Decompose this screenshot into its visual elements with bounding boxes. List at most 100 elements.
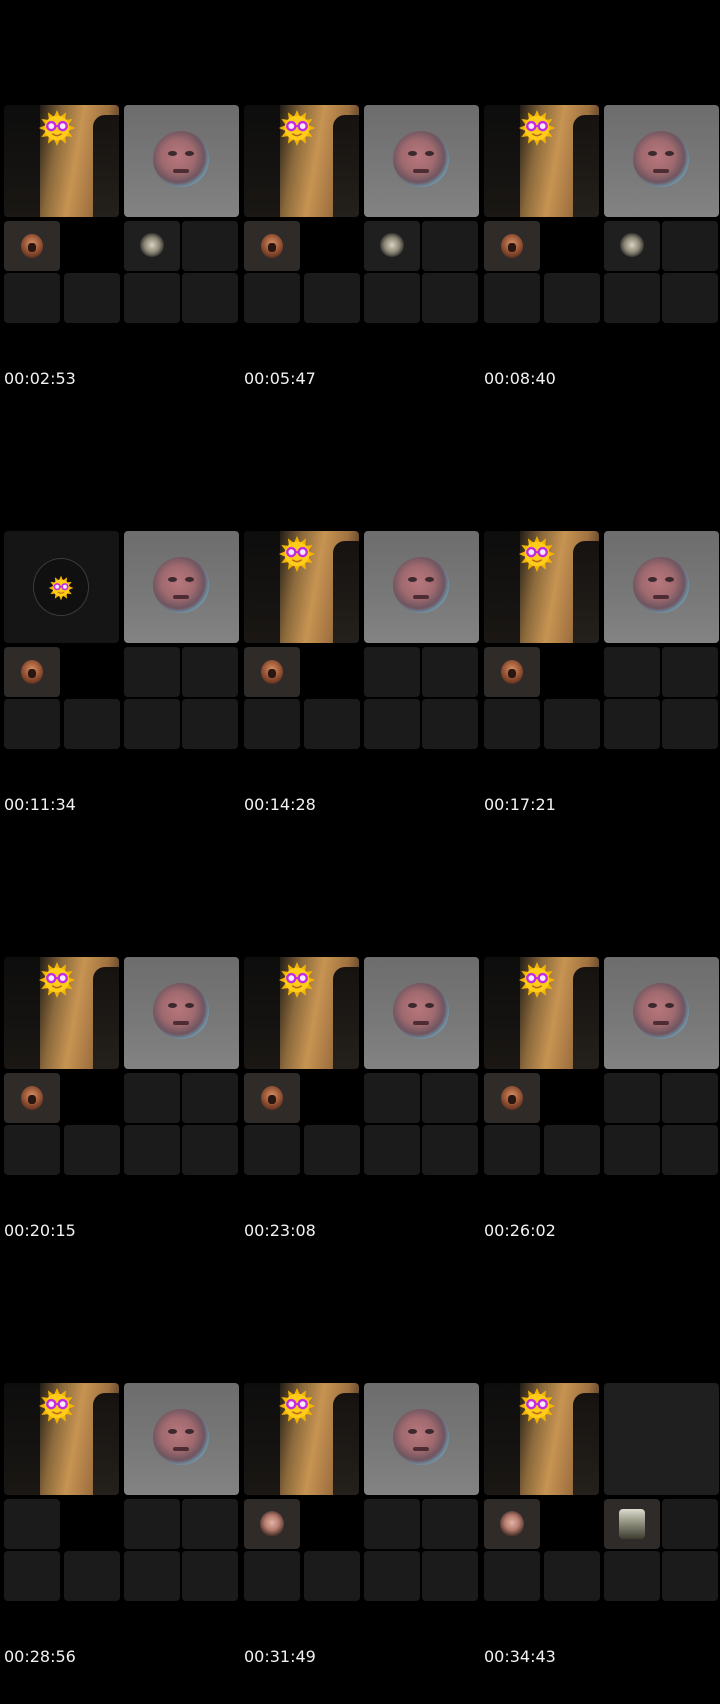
participant-tile[interactable] [604,1125,660,1175]
participant-tile[interactable] [422,1551,478,1601]
participant-tile[interactable] [484,1073,540,1123]
participant-tile[interactable] [124,1073,180,1123]
participant-tile[interactable] [544,1551,600,1601]
participant-tile[interactable] [364,1551,420,1601]
participant-tile[interactable] [364,1125,420,1175]
thumbnail[interactable]: 00:23:08 [240,953,479,1240]
participant-tile[interactable] [364,699,420,749]
thumbnail[interactable]: 00:28:56 [0,1379,239,1666]
thumbnail[interactable]: 00:05:47 [240,101,479,388]
participant-tile[interactable] [604,699,660,749]
participant-tile[interactable] [182,1073,238,1123]
participant-tile[interactable] [484,699,540,749]
participant-tile[interactable] [484,647,540,697]
participant-tile[interactable] [604,221,660,271]
secondary-video-tile[interactable] [604,1383,719,1495]
participant-tile[interactable] [364,1073,420,1123]
participant-tile[interactable] [422,221,478,271]
participant-tile[interactable] [64,273,120,323]
participant-tile[interactable] [484,273,540,323]
secondary-video-tile[interactable] [364,531,479,643]
participant-tile[interactable] [124,1499,180,1549]
thumbnail[interactable]: 00:26:02 [480,953,719,1240]
secondary-video-tile[interactable] [364,105,479,217]
participant-tile[interactable] [244,699,300,749]
participant-tile[interactable] [64,1551,120,1601]
participant-tile[interactable] [604,1073,660,1123]
secondary-video-tile[interactable] [604,957,719,1069]
participant-tile[interactable] [662,273,718,323]
secondary-video-tile[interactable] [124,105,239,217]
participant-tile[interactable] [4,1551,60,1601]
secondary-video-tile[interactable] [124,531,239,643]
participant-tile[interactable] [544,1125,600,1175]
participant-tile[interactable] [182,221,238,271]
participant-tile[interactable] [124,221,180,271]
participant-tile[interactable] [4,699,60,749]
participant-tile[interactable] [182,699,238,749]
thumbnail[interactable]: 00:11:34 [0,527,239,814]
participant-tile[interactable] [422,699,478,749]
secondary-video-tile[interactable] [124,957,239,1069]
participant-tile[interactable] [422,1499,478,1549]
main-video-tile[interactable] [484,957,599,1069]
participant-tile[interactable] [662,1551,718,1601]
participant-tile[interactable] [422,1073,478,1123]
participant-tile[interactable] [244,273,300,323]
thumbnail[interactable]: 00:31:49 [240,1379,479,1666]
participant-tile[interactable] [124,699,180,749]
participant-tile[interactable] [304,273,360,323]
main-video-tile[interactable] [484,1383,599,1495]
participant-tile[interactable] [422,273,478,323]
thumbnail[interactable]: 00:02:53 [0,101,239,388]
participant-tile[interactable] [244,1125,300,1175]
participant-tile[interactable] [244,1551,300,1601]
main-video-tile[interactable] [244,105,359,217]
participant-tile[interactable] [662,1125,718,1175]
thumbnail[interactable]: 00:14:28 [240,527,479,814]
participant-tile[interactable] [304,1125,360,1175]
main-video-tile[interactable] [244,957,359,1069]
participant-tile[interactable] [64,699,120,749]
secondary-video-tile[interactable] [604,105,719,217]
participant-tile[interactable] [422,647,478,697]
participant-tile[interactable] [182,1499,238,1549]
main-video-tile[interactable] [484,531,599,643]
secondary-video-tile[interactable] [364,1383,479,1495]
participant-tile[interactable] [364,647,420,697]
participant-tile[interactable] [304,699,360,749]
secondary-video-tile[interactable] [364,957,479,1069]
participant-tile[interactable] [124,273,180,323]
participant-tile[interactable] [484,1125,540,1175]
thumbnail[interactable]: 00:08:40 [480,101,719,388]
participant-tile[interactable] [182,647,238,697]
participant-tile[interactable] [4,273,60,323]
participant-tile[interactable] [662,699,718,749]
participant-tile[interactable] [364,221,420,271]
participant-tile[interactable] [484,1499,540,1549]
participant-tile[interactable] [304,1551,360,1601]
main-video-tile[interactable] [4,531,119,643]
participant-tile[interactable] [604,647,660,697]
participant-tile[interactable] [662,221,718,271]
participant-tile[interactable] [604,1499,660,1549]
participant-tile[interactable] [544,273,600,323]
participant-tile[interactable] [244,647,300,697]
main-video-tile[interactable] [244,1383,359,1495]
participant-tile[interactable] [182,1551,238,1601]
participant-tile[interactable] [484,221,540,271]
participant-tile[interactable] [662,647,718,697]
participant-tile[interactable] [64,1125,120,1175]
participant-tile[interactable] [4,1073,60,1123]
participant-tile[interactable] [124,1125,180,1175]
secondary-video-tile[interactable] [124,1383,239,1495]
participant-tile[interactable] [4,1499,60,1549]
participant-tile[interactable] [4,647,60,697]
participant-tile[interactable] [182,273,238,323]
participant-tile[interactable] [364,273,420,323]
thumbnail[interactable]: 00:20:15 [0,953,239,1240]
participant-tile[interactable] [364,1499,420,1549]
participant-tile[interactable] [604,1551,660,1601]
secondary-video-tile[interactable] [604,531,719,643]
participant-tile[interactable] [544,699,600,749]
